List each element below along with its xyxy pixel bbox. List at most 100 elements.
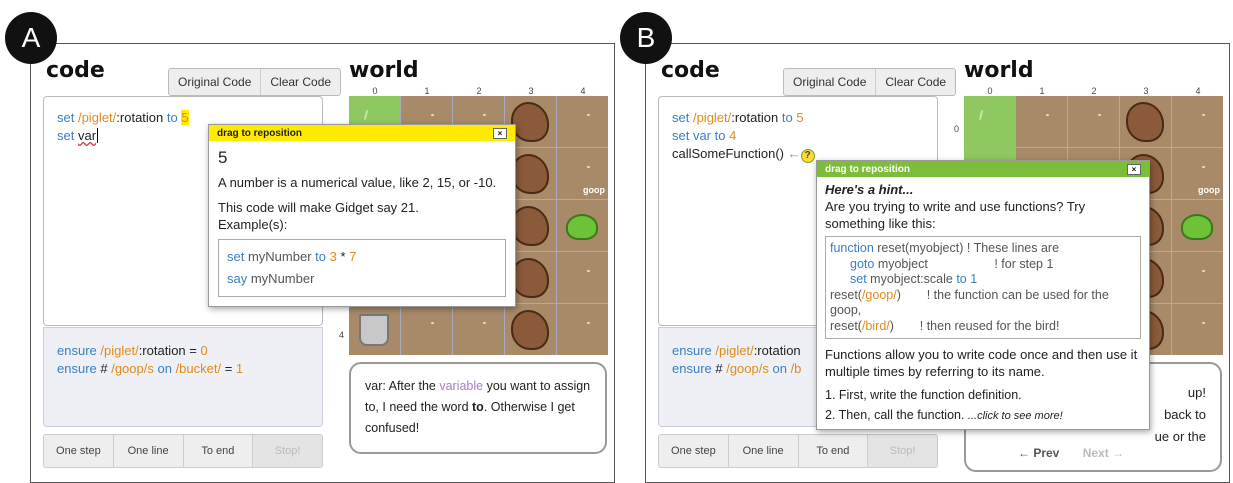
row-number: 4: [339, 330, 345, 340]
code-text: :rotation: [731, 110, 779, 125]
gidget-message: var: After the variable you want to assi…: [349, 362, 607, 454]
number: 4: [729, 128, 737, 143]
hint-code-box: function reset(myobject) ! These lines a…: [825, 236, 1141, 339]
keyword: to: [166, 110, 178, 125]
popup-body: Here's a hint... Are you trying to write…: [817, 177, 1149, 429]
column-number: 1: [1039, 86, 1045, 96]
world-heading: world: [964, 58, 1034, 83]
dirt-tile: [557, 200, 608, 251]
original-code-button[interactable]: Original Code: [784, 69, 875, 95]
code-text: myNumber: [244, 249, 316, 264]
example-line: set myNumber to 3 * 7: [227, 246, 497, 268]
see-more-link[interactable]: ...click to see more!: [968, 410, 1063, 422]
hint-code-line: reset(/bird/) ! then reused for the bird!: [830, 319, 1136, 335]
bucket-icon: [359, 314, 389, 346]
to-end-button[interactable]: To end: [182, 435, 253, 467]
column-number: 0: [987, 86, 993, 96]
dirt-tile: goop: [557, 148, 608, 199]
code-text: reset(: [830, 287, 862, 302]
popup-step: 1. First, write the function definition.: [825, 388, 1022, 402]
number: 1: [966, 272, 978, 286]
dirt-tile: [557, 96, 608, 147]
code-comment: ! These lines are: [963, 241, 1060, 255]
code-text: :rotation: [116, 110, 164, 125]
number: 0: [200, 343, 208, 358]
dirt-tile: [1068, 96, 1119, 147]
popup-header-label: drag to reposition: [825, 163, 910, 175]
rock-icon: [511, 258, 549, 298]
hint-popup[interactable]: drag to reposition × Here's a hint... Ar…: [816, 160, 1150, 430]
rock-icon: [511, 154, 549, 194]
next-button[interactable]: Next →: [1083, 446, 1124, 460]
number: 3: [329, 249, 337, 264]
number: 1: [235, 361, 244, 376]
code-text: callSomeFunction(): [672, 146, 784, 161]
one-line-button[interactable]: One line: [727, 435, 798, 467]
popup-description: A number is a numerical value, like 2, 1…: [218, 175, 497, 190]
keyword: set: [57, 110, 75, 125]
code-heading: code: [46, 58, 105, 83]
panel-a: code Original Code Clear Code set /pigle…: [30, 43, 615, 483]
dirt-tile: [401, 304, 452, 355]
dirt-tile: [505, 304, 556, 355]
dirt-tile: [1172, 96, 1223, 147]
one-step-button[interactable]: One step: [659, 435, 728, 467]
arrow-icon: ←: [787, 146, 801, 161]
stop-button[interactable]: Stop!: [867, 435, 937, 467]
popup-drag-header[interactable]: drag to reposition ×: [209, 125, 515, 141]
prev-button[interactable]: ← Prev: [1018, 446, 1059, 460]
column-numbers: 0 1 2 3 4: [964, 86, 1224, 96]
code-comment: ! for step 1: [994, 256, 1054, 271]
dirt-tile: [1172, 304, 1223, 355]
clear-code-button[interactable]: Clear Code: [875, 69, 955, 95]
code-text: myobject: [874, 256, 928, 271]
example-line: say myNumber: [227, 268, 497, 290]
message-variable-word[interactable]: variable: [439, 379, 483, 393]
dirt-tile: [1016, 96, 1067, 147]
popup-question: Are you trying to write and use function…: [825, 199, 1086, 231]
one-line-button[interactable]: One line: [112, 435, 183, 467]
column-number: 0: [372, 86, 378, 96]
dirt-tile: goop: [1172, 148, 1223, 199]
number-tooltip-popup[interactable]: drag to reposition × 5 A number is a num…: [208, 124, 516, 307]
popup-drag-header[interactable]: drag to reposition ×: [817, 161, 1149, 177]
highlighted-number: 5: [181, 110, 189, 125]
column-number: 4: [1195, 86, 1201, 96]
column-number: 2: [476, 86, 482, 96]
keyword: to: [956, 272, 967, 286]
close-icon[interactable]: ×: [1127, 163, 1141, 175]
path: /piglet/: [77, 110, 117, 125]
dirt-tile: [1172, 252, 1223, 303]
goop-icon: [1181, 214, 1213, 240]
ensure-line: ensure /piglet/:rotation = 0: [57, 342, 309, 360]
code-text: :rotation =: [138, 343, 201, 358]
popup-title: Here's a hint...: [825, 182, 914, 197]
panel-a-badge: A: [5, 12, 57, 64]
help-icon[interactable]: ?: [800, 149, 815, 163]
code-text: ): [896, 287, 901, 302]
keyword: ensure: [672, 361, 712, 376]
path: /b: [790, 361, 802, 376]
ensure-box: ensure /piglet/:rotation = 0 ensure # /g…: [43, 327, 323, 427]
ensure-line: ensure # /goop/s on /bucket/ = 1: [57, 360, 309, 378]
code-text: ): [889, 318, 894, 333]
popup-step: 2. Then, call the function. ...click to …: [825, 407, 1141, 425]
to-end-button[interactable]: To end: [797, 435, 868, 467]
column-numbers: 0 1 2 3 4: [349, 86, 609, 96]
execution-controls: One step One line To end Stop!: [658, 434, 938, 468]
code-buttons: Original Code Clear Code: [168, 68, 342, 96]
rock-icon: [511, 206, 549, 246]
code-comment: ! then reused for the bird!: [919, 318, 1060, 333]
dirt-tile: [1120, 96, 1171, 147]
keyword: on: [768, 361, 791, 376]
keyword: set: [57, 128, 75, 143]
clear-code-button[interactable]: Clear Code: [260, 69, 340, 95]
code-line: set /piglet/:rotation to 5: [672, 109, 924, 127]
code-line: set var to 4: [672, 127, 924, 145]
keyword: on: [153, 361, 176, 376]
original-code-button[interactable]: Original Code: [169, 69, 260, 95]
stop-button[interactable]: Stop!: [252, 435, 322, 467]
close-icon[interactable]: ×: [493, 127, 507, 139]
column-number: 1: [424, 86, 430, 96]
one-step-button[interactable]: One step: [44, 435, 113, 467]
